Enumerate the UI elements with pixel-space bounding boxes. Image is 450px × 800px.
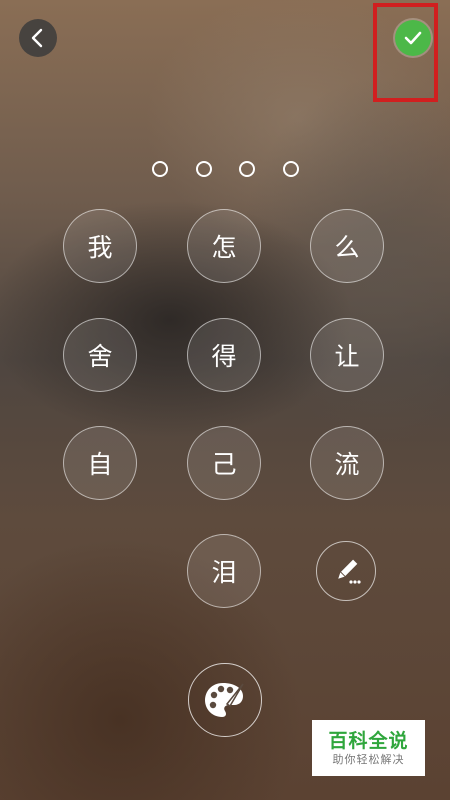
back-button[interactable] (19, 19, 57, 57)
key-label: 让 (334, 342, 360, 371)
key-label: 怎 (211, 233, 237, 262)
watermark-subtitle: 助你轻松解决 (332, 752, 405, 766)
key-4[interactable]: 舍 (63, 318, 137, 392)
key-label: 自 (87, 450, 113, 479)
key-label: 流 (334, 450, 360, 479)
check-icon (404, 31, 422, 45)
key-label: 舍 (87, 342, 113, 371)
key-6[interactable]: 让 (310, 318, 384, 392)
watermark-title: 百科全说 (328, 729, 409, 752)
key-1[interactable]: 我 (63, 209, 137, 283)
key-label: 我 (87, 233, 113, 262)
edit-keys-button[interactable] (316, 541, 376, 601)
key-8[interactable]: 己 (187, 426, 261, 500)
chevron-left-icon (31, 28, 43, 48)
key-9[interactable]: 流 (310, 426, 384, 500)
password-dot (283, 161, 299, 177)
confirm-button[interactable] (395, 20, 431, 56)
key-label: 得 (211, 342, 237, 371)
key-label: 泪 (211, 558, 237, 587)
key-7[interactable]: 自 (63, 426, 137, 500)
password-dot (152, 161, 168, 177)
key-10[interactable]: 泪 (187, 534, 261, 608)
key-label: 么 (334, 233, 360, 262)
password-dot (239, 161, 255, 177)
password-indicator (150, 161, 300, 177)
pencil-icon (338, 559, 361, 584)
key-3[interactable]: 么 (310, 209, 384, 283)
theme-button[interactable] (188, 663, 262, 737)
password-dot (196, 161, 212, 177)
palette-icon (205, 683, 244, 717)
key-label: 己 (211, 450, 237, 479)
key-2[interactable]: 怎 (187, 209, 261, 283)
watermark-logo: 百科全说 助你轻松解决 (312, 720, 425, 776)
key-5[interactable]: 得 (187, 318, 261, 392)
